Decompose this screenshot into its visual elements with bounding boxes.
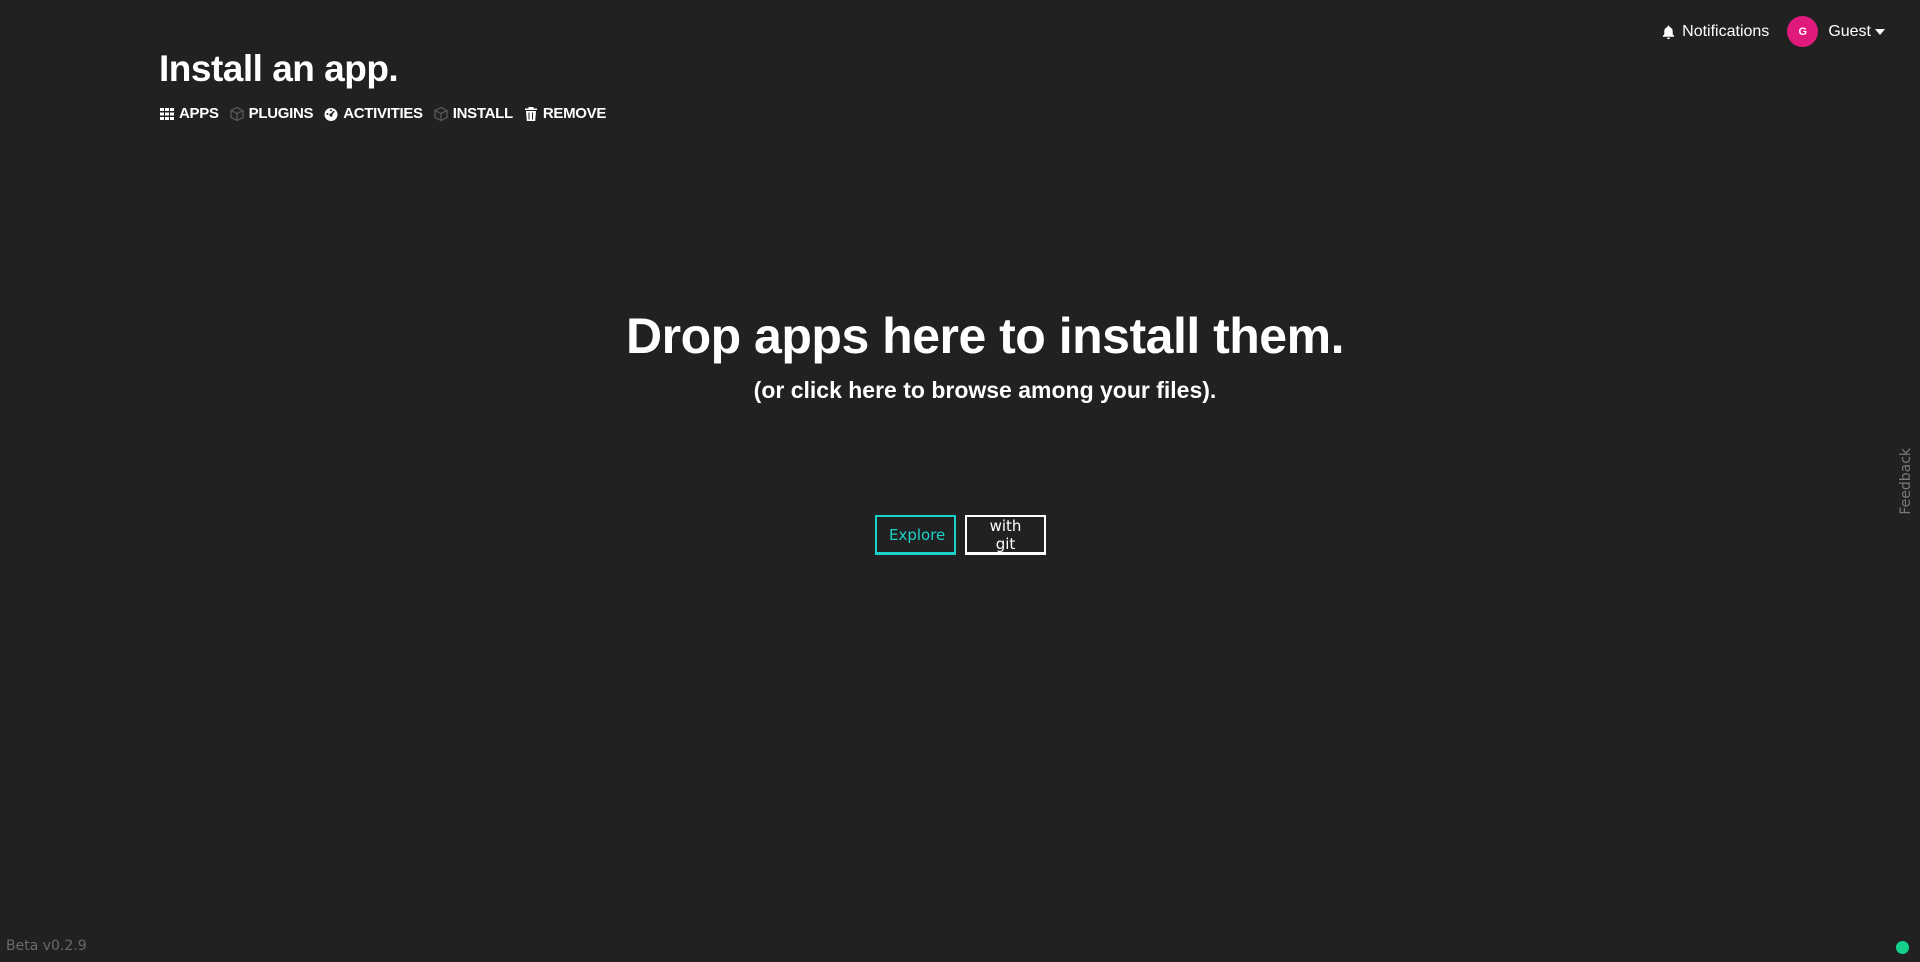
feedback-tab[interactable]: Feedback [1898,448,1914,515]
cube-icon [434,106,448,121]
avatar: G [1787,16,1819,47]
drop-zone[interactable]: Drop apps here to install them. (or clic… [0,300,1920,408]
app-nav: APPS PLUGINS ACTIVITIES INSTALL REMOVE [159,105,606,122]
user-name: Guest [1828,22,1871,40]
page: Notifications G Guest Install an app. AP… [0,0,1920,962]
notifications-label: Notifications [1682,22,1770,40]
caret-down-icon [1875,28,1885,35]
nav-item-activities[interactable]: ACTIVITIES [323,105,423,122]
install-with-git-button[interactable]: with git [965,515,1046,555]
nav-item-install[interactable]: INSTALL [433,105,513,122]
page-title: Install an app. [159,48,399,89]
install-actions: Explore with git [875,515,1046,555]
nav-label-remove: REMOVE [542,105,607,122]
connection-status-dot [1896,941,1909,954]
bell-icon [1663,24,1675,39]
drop-zone-title: Drop apps here to install them. [626,308,1344,364]
topbar: Notifications G Guest [1661,16,1885,47]
trash-icon [524,106,537,121]
nav-label-apps: APPS [179,105,219,122]
notifications-button[interactable]: Notifications [1661,23,1769,41]
nav-item-remove[interactable]: REMOVE [523,105,606,122]
user-menu[interactable]: G Guest [1787,16,1885,47]
nav-label-install: INSTALL [452,105,513,122]
cube-icon [229,106,244,121]
explore-button[interactable]: Explore [875,515,956,555]
dashboard-icon [324,107,338,121]
nav-item-plugins[interactable]: PLUGINS [229,105,314,122]
grid-icon [160,107,174,120]
nav-label-plugins: PLUGINS [248,105,314,122]
nav-item-apps[interactable]: APPS [159,105,219,122]
version-label: Beta v0.2.9 [6,938,87,954]
nav-label-activities: ACTIVITIES [343,105,423,122]
browse-files-link[interactable]: (or click here to browse among your file… [0,372,1920,408]
